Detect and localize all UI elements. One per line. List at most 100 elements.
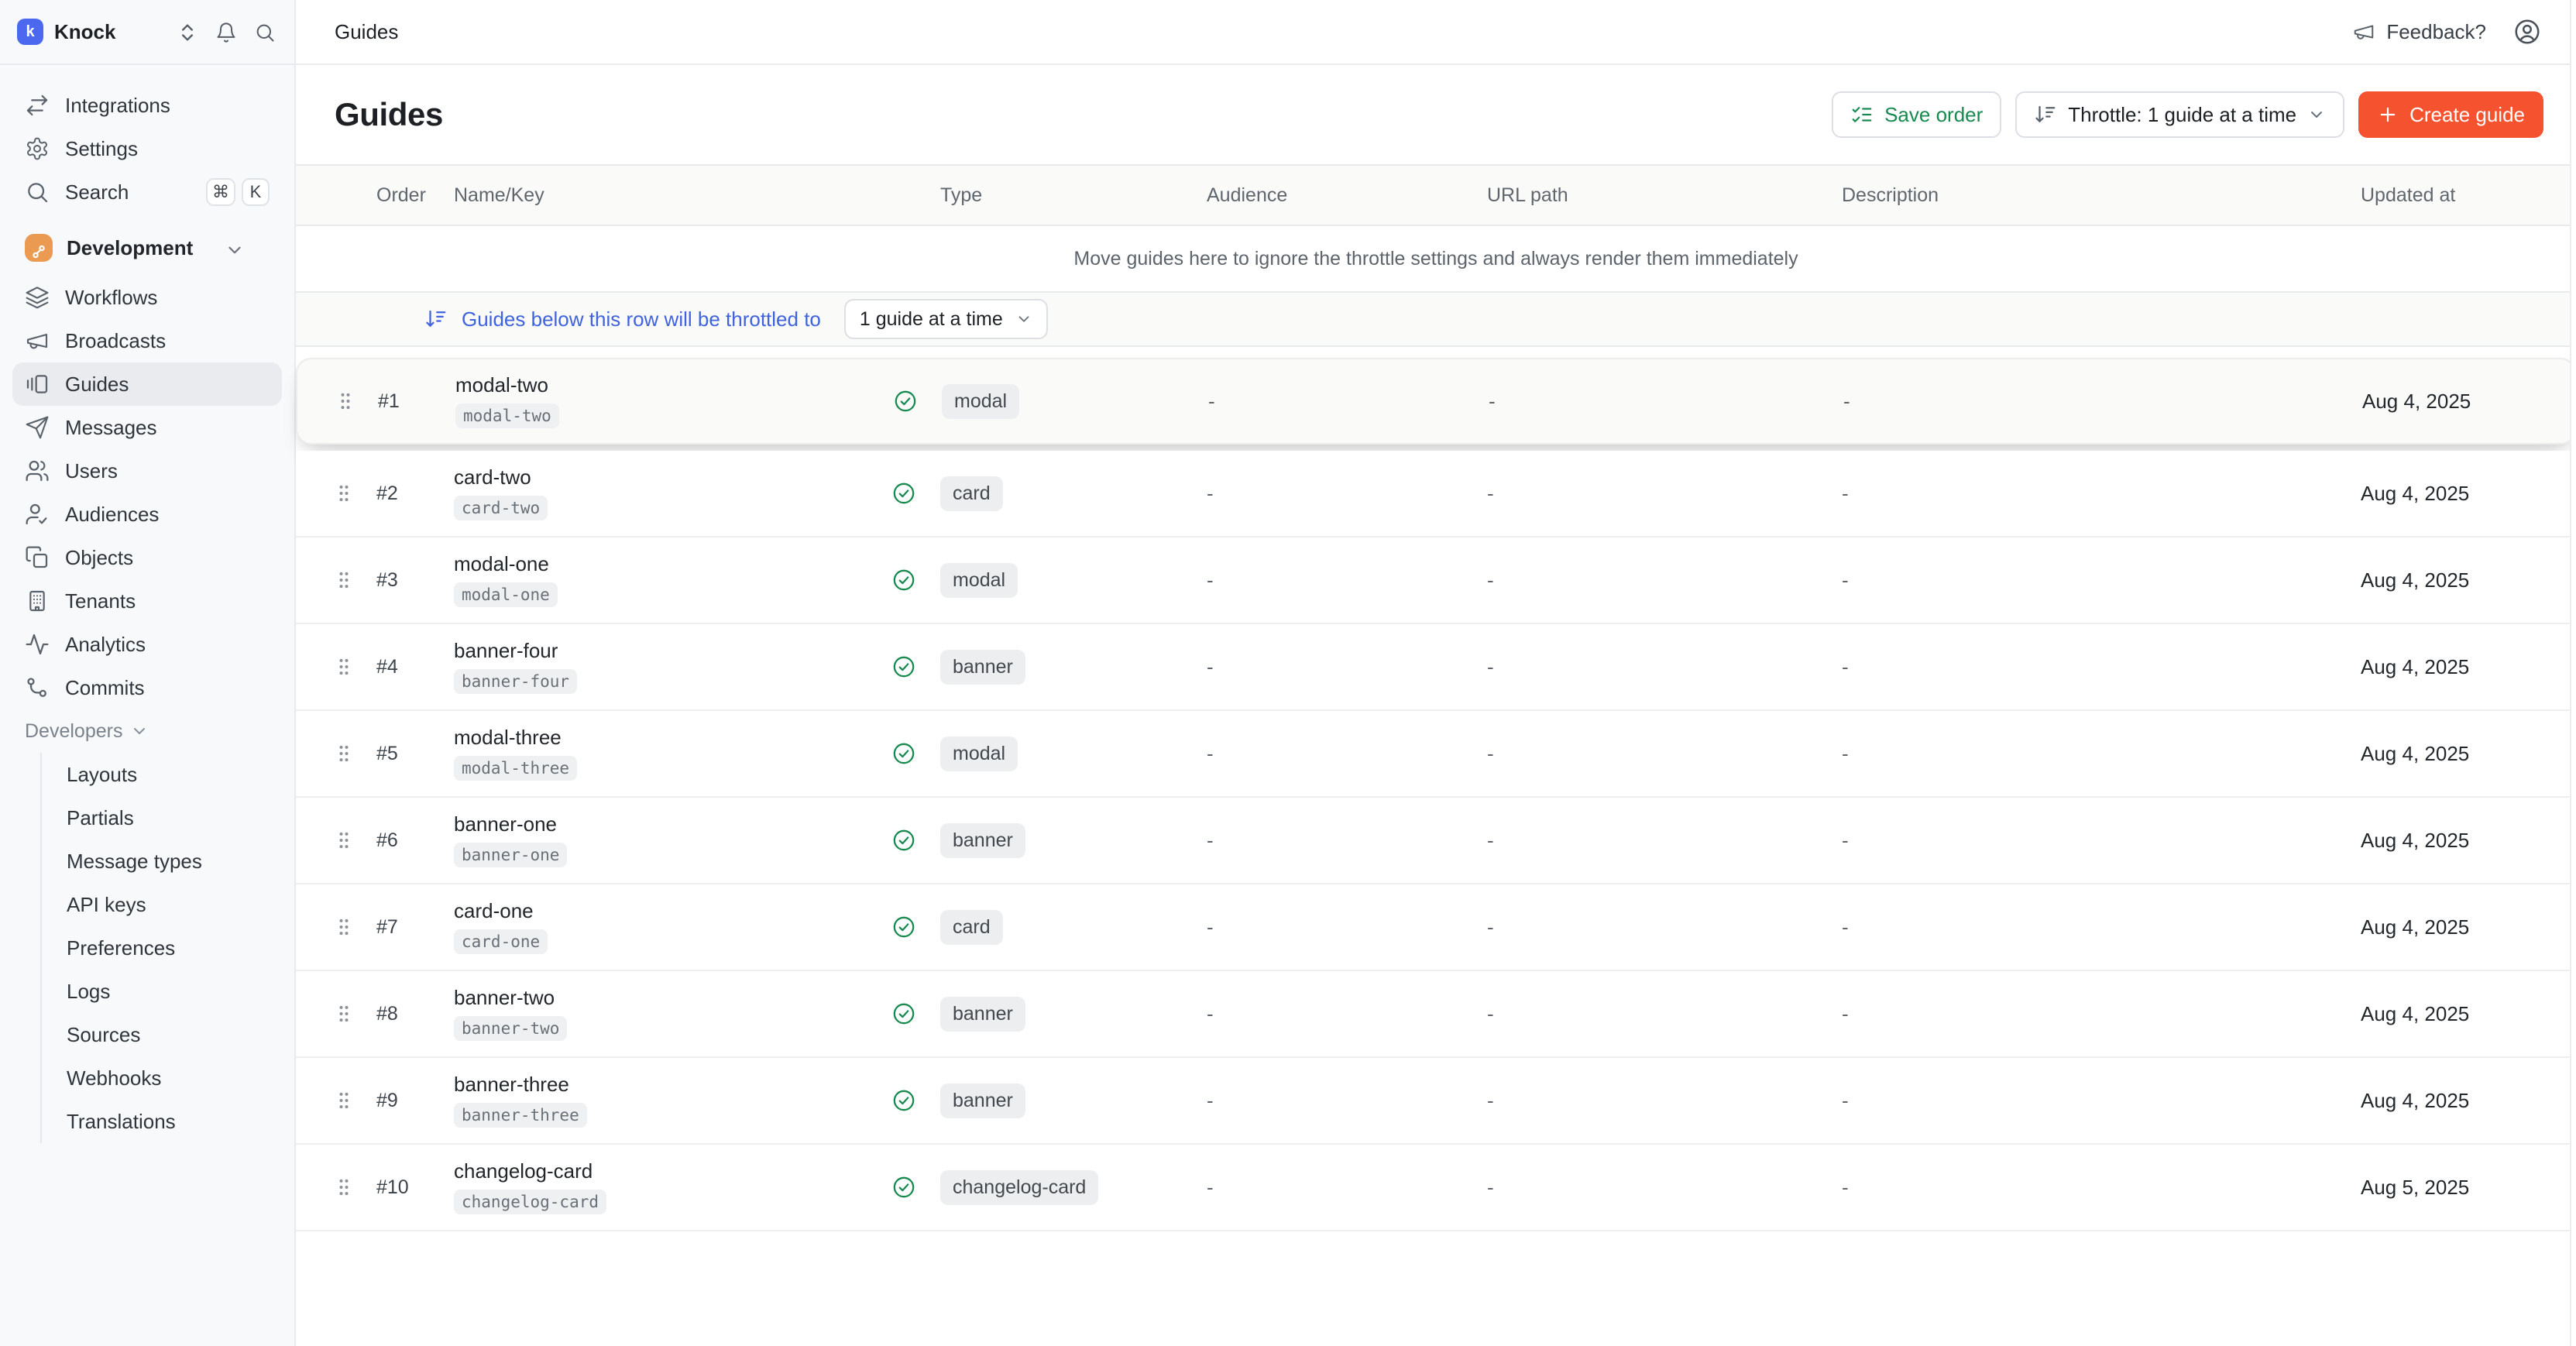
throttle-dropdown-button[interactable]: Throttle: 1 guide at a time xyxy=(2015,91,2344,138)
guide-row[interactable]: #4 banner-four banner-four banner - - - … xyxy=(296,624,2576,711)
guide-name: banner-three xyxy=(454,1073,569,1097)
throttle-value-dropdown[interactable]: 1 guide at a time xyxy=(844,299,1048,339)
sidebar-item-label: Webhooks xyxy=(67,1066,161,1090)
sidebar-item-label: Search xyxy=(65,180,129,204)
sidebar-item-workflows[interactable]: Workflows xyxy=(12,276,282,319)
environment-switcher[interactable]: Development xyxy=(12,226,282,270)
drag-handle-icon[interactable] xyxy=(333,829,355,852)
drag-handle-icon[interactable] xyxy=(335,390,356,413)
guides-icon xyxy=(25,372,50,397)
drag-handle-icon[interactable] xyxy=(333,1089,355,1112)
drag-handle-icon[interactable] xyxy=(333,482,355,505)
sidebar-item-guides[interactable]: Guides xyxy=(12,362,282,406)
sidebar-item-sources[interactable]: Sources xyxy=(42,1013,282,1056)
main-area: Guides Feedback? Guides Save order Throt… xyxy=(296,0,2576,1346)
drag-handle-icon[interactable] xyxy=(333,655,355,678)
sidebar-item-partials[interactable]: Partials xyxy=(42,796,282,840)
guide-key-badge: banner-one xyxy=(454,843,567,867)
guide-order: #9 xyxy=(376,1090,454,1112)
workspace-switcher-icon[interactable] xyxy=(177,21,198,43)
search-shortcut-keys: ⌘K xyxy=(206,178,270,206)
sidebar-item-label: Logs xyxy=(67,980,110,1004)
megaphone-icon xyxy=(25,328,50,353)
status-check-icon xyxy=(891,914,917,940)
drag-handle-icon[interactable] xyxy=(333,1002,355,1025)
drag-handle-icon[interactable] xyxy=(333,568,355,592)
guide-audience: - xyxy=(1207,829,1487,853)
guide-row[interactable]: #1 modal-two modal-two modal - - - Aug 4… xyxy=(296,358,2576,445)
guide-name: changelog-card xyxy=(454,1160,592,1183)
guide-description: - xyxy=(1843,390,2362,414)
sidebar-item-label: Messages xyxy=(65,416,157,440)
guide-row[interactable]: #9 banner-three banner-three banner - - … xyxy=(296,1058,2576,1145)
table-body: #1 modal-two modal-two modal - - - Aug 4… xyxy=(296,358,2576,1231)
sidebar-item-broadcasts[interactable]: Broadcasts xyxy=(12,319,282,362)
sidebar-item-tenants[interactable]: Tenants xyxy=(12,579,282,623)
sidebar-item-settings[interactable]: Settings xyxy=(12,127,282,170)
guide-row[interactable]: #8 banner-two banner-two banner - - - Au… xyxy=(296,971,2576,1058)
sidebar-item-commits[interactable]: Commits xyxy=(12,666,282,709)
developers-section-toggle[interactable]: Developers xyxy=(12,709,282,753)
guide-name: card-two xyxy=(454,466,531,489)
sidebar-item-integrations[interactable]: Integrations xyxy=(12,84,282,127)
unthrottled-dropzone[interactable]: Move guides here to ignore the throttle … xyxy=(296,226,2576,291)
guide-audience: - xyxy=(1207,915,1487,939)
guide-url-path: - xyxy=(1487,482,1842,506)
breadcrumb[interactable]: Guides xyxy=(335,20,398,44)
status-check-icon xyxy=(891,480,917,506)
guide-key-badge: banner-two xyxy=(454,1016,567,1041)
activity-icon xyxy=(25,632,50,657)
topbar: Guides Feedback? xyxy=(296,0,2576,65)
sidebar-item-layouts[interactable]: Layouts xyxy=(42,753,282,796)
sidebar-item-api-keys[interactable]: API keys xyxy=(42,883,282,926)
guide-row[interactable]: #7 card-one card-one card - - - Aug 4, 2… xyxy=(296,884,2576,971)
sidebar-item-message-types[interactable]: Message types xyxy=(42,840,282,883)
workspace-logo: k xyxy=(17,19,43,45)
guide-order: #7 xyxy=(376,916,454,939)
drag-handle-icon[interactable] xyxy=(333,1176,355,1199)
notifications-bell-icon[interactable] xyxy=(215,21,237,43)
column-header-updated-at: Updated at xyxy=(2361,184,2539,207)
sidebar-item-users[interactable]: Users xyxy=(12,449,282,493)
sidebar-item-audiences[interactable]: Audiences xyxy=(12,493,282,536)
guide-row[interactable]: #3 modal-one modal-one modal - - - Aug 4… xyxy=(296,537,2576,624)
account-avatar-icon[interactable] xyxy=(2512,17,2542,46)
create-guide-button[interactable]: Create guide xyxy=(2358,91,2543,138)
sidebar-item-search[interactable]: Search ⌘K xyxy=(12,170,282,214)
guide-description: - xyxy=(1842,655,2361,679)
throttle-divider-text: Guides below this row will be throttled … xyxy=(462,307,821,331)
guide-order: #8 xyxy=(376,1003,454,1025)
topbar-search-icon[interactable] xyxy=(254,21,276,43)
sidebar-item-label: API keys xyxy=(67,893,146,917)
guide-row[interactable]: #10 changelog-card changelog-card change… xyxy=(296,1145,2576,1231)
settings-icon xyxy=(25,136,50,161)
guide-row[interactable]: #2 card-two card-two card - - - Aug 4, 2… xyxy=(296,451,2576,537)
column-header-url-path: URL path xyxy=(1487,184,1842,207)
guide-description: - xyxy=(1842,1176,2361,1200)
drag-handle-icon[interactable] xyxy=(333,915,355,939)
sidebar-item-preferences[interactable]: Preferences xyxy=(42,926,282,970)
scrollbar-gutter[interactable] xyxy=(2570,0,2576,1346)
sidebar-item-label: Tenants xyxy=(65,589,136,613)
sidebar-item-messages[interactable]: Messages xyxy=(12,406,282,449)
guide-url-path: - xyxy=(1487,829,1842,853)
sidebar-item-logs[interactable]: Logs xyxy=(42,970,282,1013)
chevron-down-icon xyxy=(130,722,149,740)
guide-description: - xyxy=(1842,568,2361,592)
guide-key-badge: card-two xyxy=(454,496,548,520)
sidebar-item-analytics[interactable]: Analytics xyxy=(12,623,282,666)
sidebar-item-label: Partials xyxy=(67,806,134,830)
guide-row[interactable]: #5 modal-three modal-three modal - - - A… xyxy=(296,711,2576,798)
sidebar-item-webhooks[interactable]: Webhooks xyxy=(42,1056,282,1100)
guide-url-path: - xyxy=(1487,1002,1842,1026)
sidebar-item-translations[interactable]: Translations xyxy=(42,1100,282,1143)
feedback-button[interactable]: Feedback? xyxy=(2352,20,2486,44)
sidebar-item-label: Settings xyxy=(65,137,138,161)
drag-handle-icon[interactable] xyxy=(333,742,355,765)
sidebar-item-label: Integrations xyxy=(65,94,170,118)
sidebar-item-objects[interactable]: Objects xyxy=(12,536,282,579)
guide-row[interactable]: #6 banner-one banner-one banner - - - Au… xyxy=(296,798,2576,884)
save-order-button[interactable]: Save order xyxy=(1832,91,2001,138)
sidebar-item-label: Broadcasts xyxy=(65,329,166,353)
status-check-icon xyxy=(891,1087,917,1114)
